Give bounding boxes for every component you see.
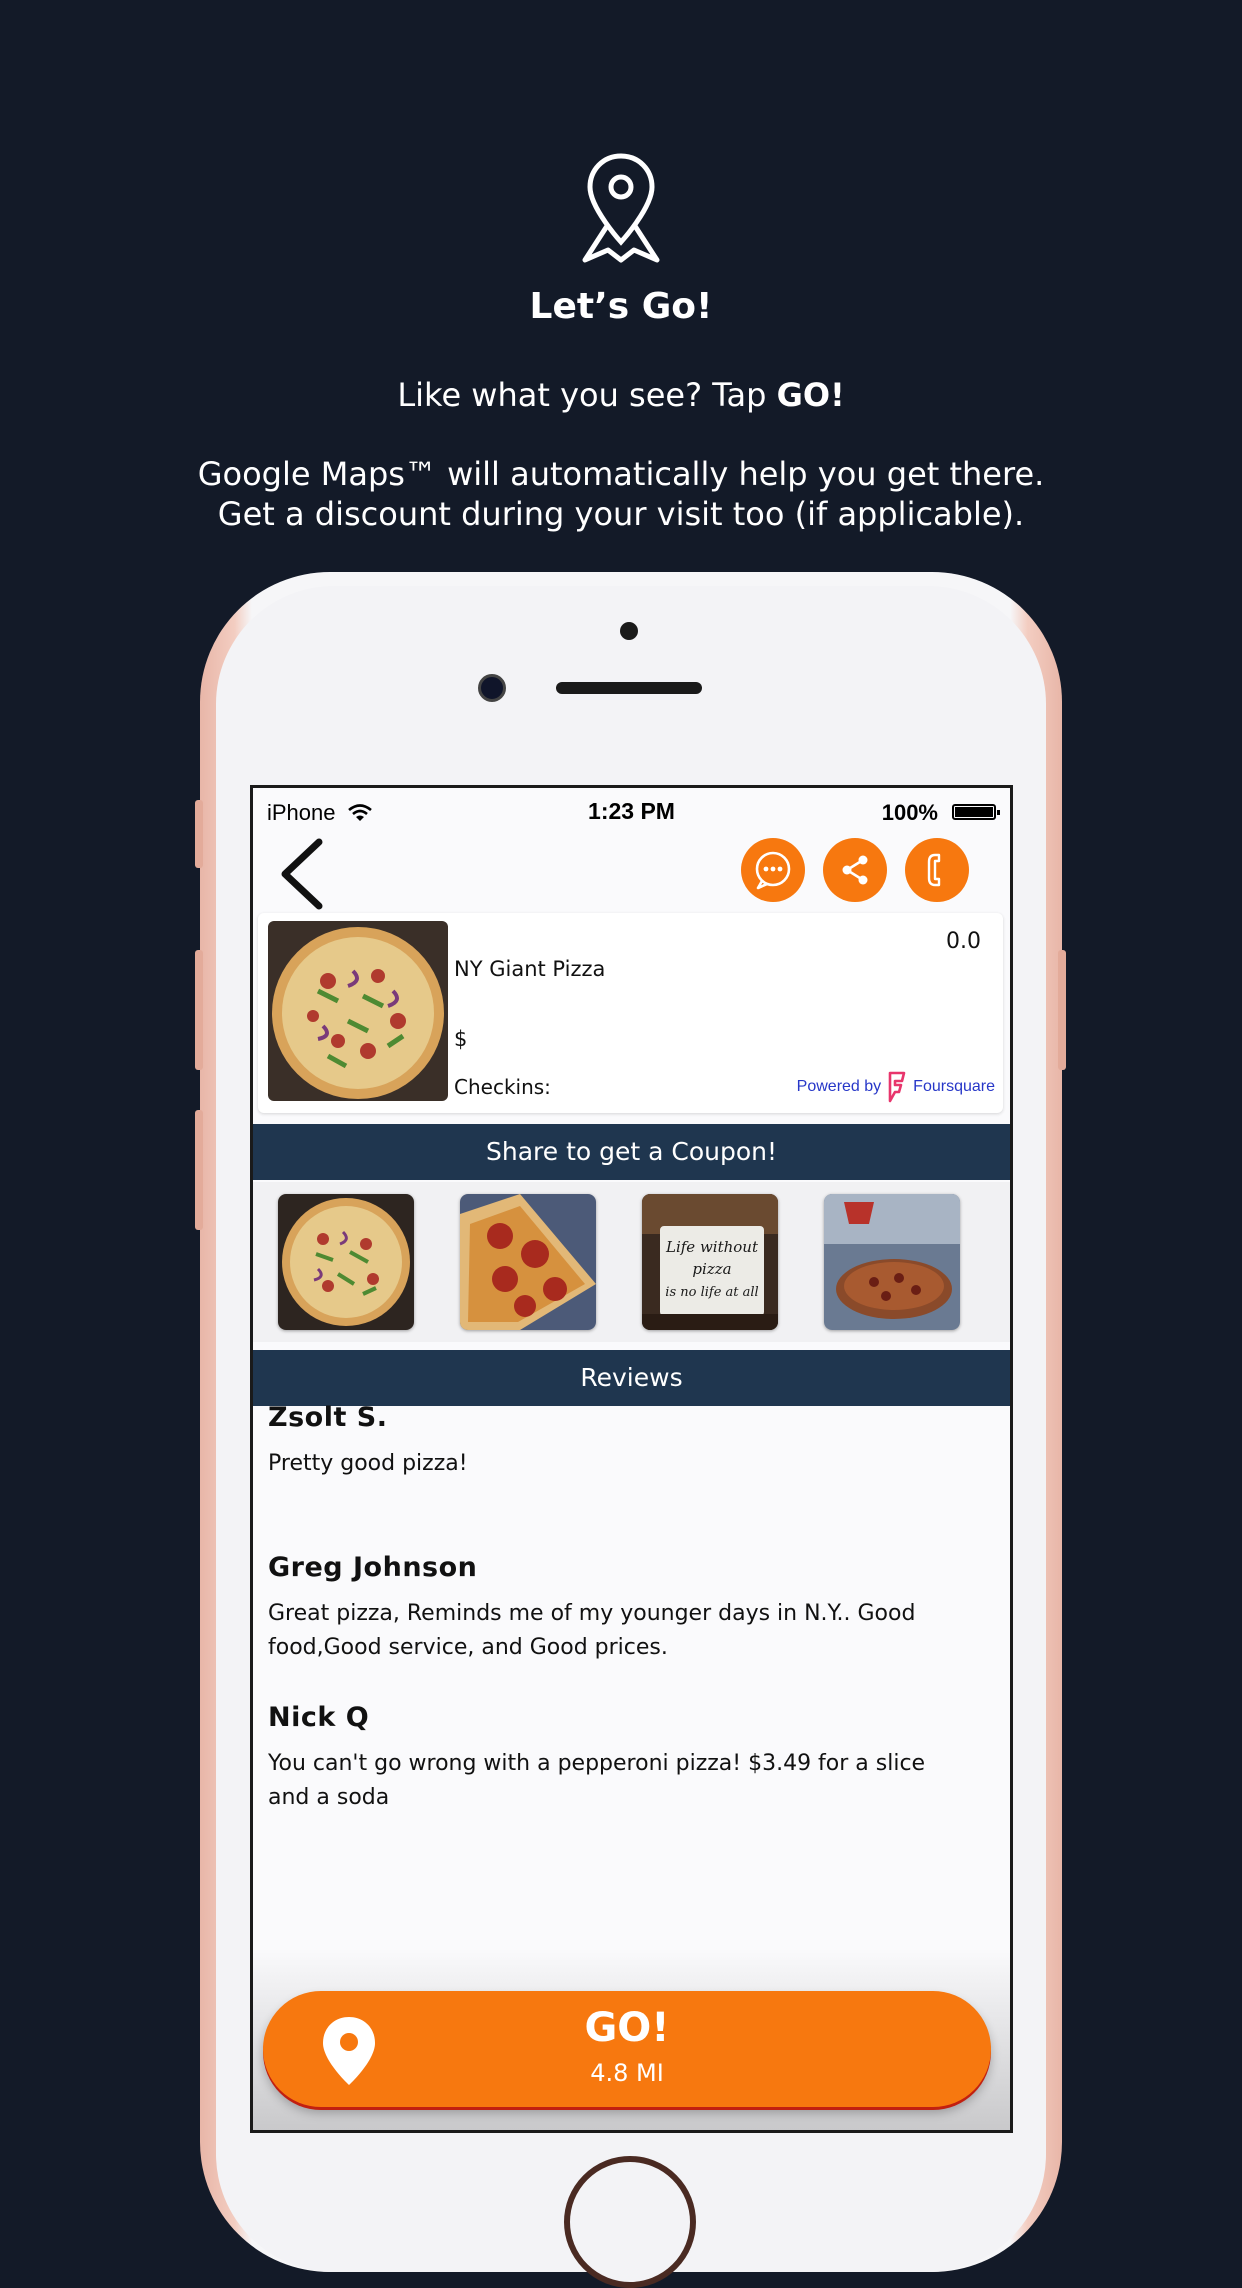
venue-rating: 0.0 xyxy=(946,929,981,954)
back-button[interactable] xyxy=(273,836,329,912)
hero-description-line-1: Google Maps™ will automatically help you… xyxy=(197,455,1045,493)
phone-sensor xyxy=(620,622,638,640)
photo-thumbnail[interactable] xyxy=(824,1194,960,1330)
phone-speaker xyxy=(556,682,702,694)
foursquare-logo-icon xyxy=(888,1071,906,1103)
share-icon xyxy=(842,855,868,885)
app-screen: iPhone 1:23 PM 100% NY Giant Pizza 0.0 $… xyxy=(250,785,1013,2133)
review-item: Zsolt S. Pretty good pizza! xyxy=(268,1402,968,1481)
photo-thumbnail[interactable] xyxy=(278,1194,414,1330)
chat-icon xyxy=(755,851,791,890)
photo-gallery: Life without pizza is no life at all xyxy=(253,1182,1010,1342)
go-button[interactable]: GO! 4.8 MI xyxy=(263,1991,991,2107)
svg-text:Life without: Life without xyxy=(665,1238,759,1256)
phone-side-button xyxy=(195,1110,203,1230)
review-author: Nick Q xyxy=(268,1702,370,1733)
photo-thumbnail[interactable] xyxy=(460,1194,596,1330)
chat-button[interactable] xyxy=(741,838,805,902)
phone-side-button xyxy=(195,950,203,1070)
map-pin-icon xyxy=(582,153,660,263)
venue-card[interactable]: NY Giant Pizza 0.0 $ Checkins: Powered b… xyxy=(258,913,1003,1113)
reviews-header: Reviews xyxy=(253,1350,1010,1406)
foursquare-label: Foursquare xyxy=(913,1078,995,1095)
phone-side-button xyxy=(1058,950,1066,1070)
status-bar: iPhone 1:23 PM 100% xyxy=(253,788,1010,828)
go-distance: 4.8 MI xyxy=(590,2059,664,2087)
venue-name: NY Giant Pizza xyxy=(454,957,606,981)
phone-home-button xyxy=(564,2156,696,2288)
review-text: Great pizza, Reminds me of my younger da… xyxy=(268,1601,916,1660)
review-text: Pretty good pizza! xyxy=(268,1451,468,1476)
phone-icon xyxy=(927,853,941,887)
hero-title: Let’s Go! xyxy=(529,286,713,327)
coupon-share-bar[interactable]: Share to get a Coupon! xyxy=(253,1124,1010,1180)
photo-thumbnail[interactable]: Life without pizza is no life at all xyxy=(642,1194,778,1330)
venue-price: $ xyxy=(454,1027,468,1051)
review-author: Greg Johnson xyxy=(268,1552,478,1583)
share-button[interactable] xyxy=(823,838,887,902)
review-text: You can't go wrong with a pepperoni pizz… xyxy=(268,1751,926,1810)
review-author: Zsolt S. xyxy=(268,1402,388,1433)
battery-percent: 100% xyxy=(881,800,938,825)
powered-by-label: Powered by xyxy=(796,1078,882,1095)
review-item: Nick Q You can't go wrong with a peppero… xyxy=(268,1702,968,1815)
venue-photo[interactable] xyxy=(268,921,448,1101)
battery-icon xyxy=(952,804,1000,820)
nav-bar xyxy=(253,828,1010,910)
hero-description-line-2: Get a discount during your visit too (if… xyxy=(217,495,1025,533)
foursquare-attribution[interactable]: Powered by Foursquare xyxy=(797,1071,995,1103)
venue-checkins: Checkins: xyxy=(454,1075,551,1099)
svg-text:is no life at all: is no life at all xyxy=(665,1285,758,1300)
phone-side-button xyxy=(195,800,203,868)
call-button[interactable] xyxy=(905,838,969,902)
svg-text:pizza: pizza xyxy=(692,1260,731,1278)
go-label: GO! xyxy=(584,2005,670,2051)
phone-camera xyxy=(478,674,506,702)
review-item: Greg Johnson Great pizza, Reminds me of … xyxy=(268,1552,968,1665)
hero-tagline: Like what you see? Tap GO! xyxy=(397,376,845,414)
